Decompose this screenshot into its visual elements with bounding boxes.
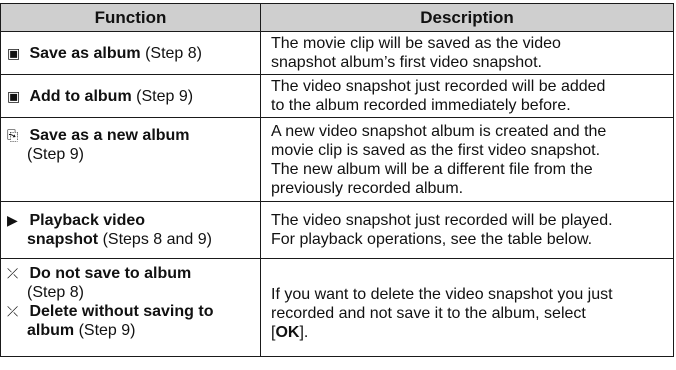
- desc-line: If you want to delete the video snapshot…: [271, 286, 613, 303]
- desc-line: snapshot album’s first video snapshot.: [271, 54, 542, 71]
- header-description: Description: [260, 3, 674, 32]
- desc-line: The new album will be a different file f…: [271, 160, 593, 178]
- function-name: Do not save to album: [29, 265, 192, 282]
- function-name: Delete without saving to: [29, 303, 214, 320]
- playback-icon: ▶: [7, 212, 18, 228]
- desc-line: previously recorded album.: [271, 179, 464, 197]
- table-row: ▣ Add to album (Step 9) The video snapsh…: [0, 74, 674, 118]
- desc-line: movie clip is saved as the first video s…: [271, 141, 601, 159]
- description-cell: The video snapshot just recorded will be…: [260, 74, 674, 118]
- function-name: Add to album: [29, 87, 132, 105]
- function-cell: ▣ Save as album (Step 8): [0, 31, 261, 75]
- function-step: (Step 9): [136, 87, 194, 105]
- table-row: ⎘ Save as a new album (Step 9) A new vid…: [0, 117, 674, 202]
- header-function: Function: [0, 3, 261, 32]
- function-name-cont: snapshot: [27, 231, 99, 248]
- function-cell: ▶ Playback video snapshot (Steps 8 and 9…: [0, 201, 261, 259]
- function-cell: ⤫ Do not save to album (Step 8) ⤫ Delete…: [0, 258, 261, 357]
- no-save-icon: ⤫: [7, 303, 19, 319]
- no-save-icon: ⤫: [7, 265, 19, 281]
- desc-line: For playback operations, see the table b…: [271, 231, 593, 248]
- description-cell: If you want to delete the video snapshot…: [260, 258, 674, 357]
- function-table: Function Description ▣ Save as album (St…: [0, 3, 674, 357]
- function-cell: ⎘ Save as a new album (Step 9): [0, 117, 261, 202]
- desc-line: A new video snapshot album is created an…: [271, 122, 607, 140]
- desc-line: recorded and not save it to the album, s…: [271, 305, 586, 322]
- function-step: (Step 8): [27, 284, 84, 301]
- function-step: (Step 9): [27, 146, 84, 163]
- page: Function Description ▣ Save as album (St…: [0, 0, 676, 370]
- table-header-row: Function Description: [0, 3, 674, 32]
- album-add-icon: ▣: [7, 44, 21, 61]
- description-cell: A new video snapshot album is created an…: [260, 117, 674, 202]
- description-cell: The movie clip will be saved as the vide…: [260, 31, 674, 75]
- desc-line: The movie clip will be saved as the vide…: [271, 35, 561, 52]
- desc-line: to the album recorded immediately before…: [271, 97, 571, 114]
- desc-line-ok: [OK].: [271, 324, 309, 341]
- function-step: (Step 9): [78, 322, 136, 339]
- function-step: (Step 8): [145, 44, 202, 62]
- function-name: Save as a new album: [29, 127, 190, 144]
- function-name-cont: album: [27, 322, 75, 339]
- desc-line: The video snapshot just recorded will be…: [271, 212, 613, 229]
- function-name: Playback video: [29, 212, 146, 229]
- table-row: ▶ Playback video snapshot (Steps 8 and 9…: [0, 201, 674, 259]
- table-row: ▣ Save as album (Step 8) The movie clip …: [0, 31, 674, 75]
- function-cell: ▣ Add to album (Step 9): [0, 74, 261, 118]
- function-step: (Steps 8 and 9): [102, 231, 212, 248]
- table-row: ⤫ Do not save to album (Step 8) ⤫ Delete…: [0, 258, 674, 357]
- function-name: Save as album: [29, 44, 141, 62]
- ok-label: OK: [275, 324, 300, 341]
- new-album-icon: ⎘: [7, 127, 19, 143]
- album-add-icon: ▣: [7, 87, 21, 104]
- desc-line: The video snapshot just recorded will be…: [271, 78, 606, 95]
- description-cell: The video snapshot just recorded will be…: [260, 201, 674, 259]
